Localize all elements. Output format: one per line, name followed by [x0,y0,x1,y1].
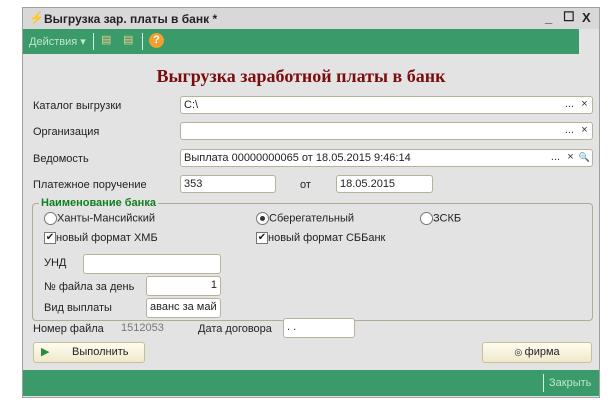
statement-label: Ведомость [33,153,89,165]
app-icon: ⚡ [29,11,44,25]
catalog-input[interactable]: C:\ [180,96,593,114]
run-button[interactable]: ▶ Выполнить [33,342,145,363]
firm-icon: ◎ [514,347,525,357]
checkbox-check-icon: ✔ [44,232,56,245]
firm-button-label: фирма [524,346,560,358]
help-icon[interactable]: ? [149,33,164,48]
payment-type-label: Вид выплаты [44,302,112,314]
actions-menu[interactable]: Действия ▾ [29,35,86,48]
file-no-label: № файла за день [44,281,135,293]
checkbox-khmb-format[interactable]: ✔ новый формат ХМБ [44,232,158,245]
bank-group-legend: Наименование банка [39,197,158,209]
window-title: Выгрузка зар. платы в банк * [44,12,218,26]
title-bar: ⚡ Выгрузка зар. платы в банк * _ ☐ X [23,8,599,29]
firm-button[interactable]: ◎ фирма [482,342,592,363]
radio-label: ЗСКБ [433,212,462,225]
radio-zskb[interactable]: ЗСКБ [420,212,461,225]
payment-date-input[interactable]: 18.05.2015 [336,175,433,193]
upload-icon[interactable]: ▤ [101,33,111,46]
contract-date-label: Дата договора [198,323,272,335]
checkbox-label: новый формат ХМБ [56,232,158,244]
payment-order-label: Платежное поручение [33,179,147,191]
maximize-button[interactable]: ☐ [563,9,575,25]
radio-label: Сберегательный [269,212,355,225]
divider [93,33,94,50]
radio-khmb[interactable]: Ханты-Мансийский [44,212,155,225]
radio-circle [256,212,269,225]
statement-select-button[interactable]: ... [549,150,562,166]
catalog-select-button[interactable]: ... [563,97,576,113]
bottom-bar: Закрыть [23,370,599,396]
catalog-label: Каталог выгрузки [33,100,122,112]
statement-clear-button[interactable]: × [564,150,577,166]
checkbox-label: новый формат СББанк [268,232,386,244]
play-icon: ▶ [41,346,50,358]
minimize-button[interactable]: _ [545,10,552,25]
search-icon[interactable]: 🔍 [578,150,591,166]
und-label: УНД [44,257,67,269]
divider [142,33,143,50]
divider [543,374,544,392]
from-label: от [300,179,311,191]
statement-input[interactable]: Выплата 00000000065 от 18.05.2015 9:46:1… [180,149,593,167]
window: ⚡ Выгрузка зар. платы в банк * _ ☐ X Дей… [22,7,600,398]
contract-date-input[interactable]: . . [283,318,355,338]
radio-label: Ханты-Мансийский [57,212,156,225]
run-button-label: Выполнить [72,346,129,358]
checkbox-check-icon: ✔ [256,232,268,245]
radio-circle [44,212,57,225]
checkbox-sber-format[interactable]: ✔ новый формат СББанк [256,232,386,245]
file-number-label: Номер файла [33,323,104,335]
actions-label: Действия [29,36,78,48]
close-window-button[interactable]: X [582,10,591,25]
payment-type-input[interactable]: аванс за май [146,298,221,318]
org-select-button[interactable]: ... [563,123,576,139]
radio-circle [420,212,433,225]
radio-sber[interactable]: Сберегательный [256,212,354,225]
file-number-value: 1512053 [121,322,164,334]
download-icon[interactable]: ▤ [123,33,133,46]
close-button[interactable]: Закрыть [549,377,591,389]
page-title: Выгрузка заработной платы в банк [156,66,446,86]
org-input[interactable] [180,122,593,140]
und-input[interactable] [83,254,221,274]
toolbar: Действия ▾ ▤ ▤ ? [23,29,579,54]
org-clear-button[interactable]: × [578,123,591,139]
catalog-clear-button[interactable]: × [578,97,591,113]
file-no-input[interactable]: 1 [146,276,221,296]
payment-order-input[interactable]: 353 [180,175,276,193]
org-label: Организация [33,126,100,138]
